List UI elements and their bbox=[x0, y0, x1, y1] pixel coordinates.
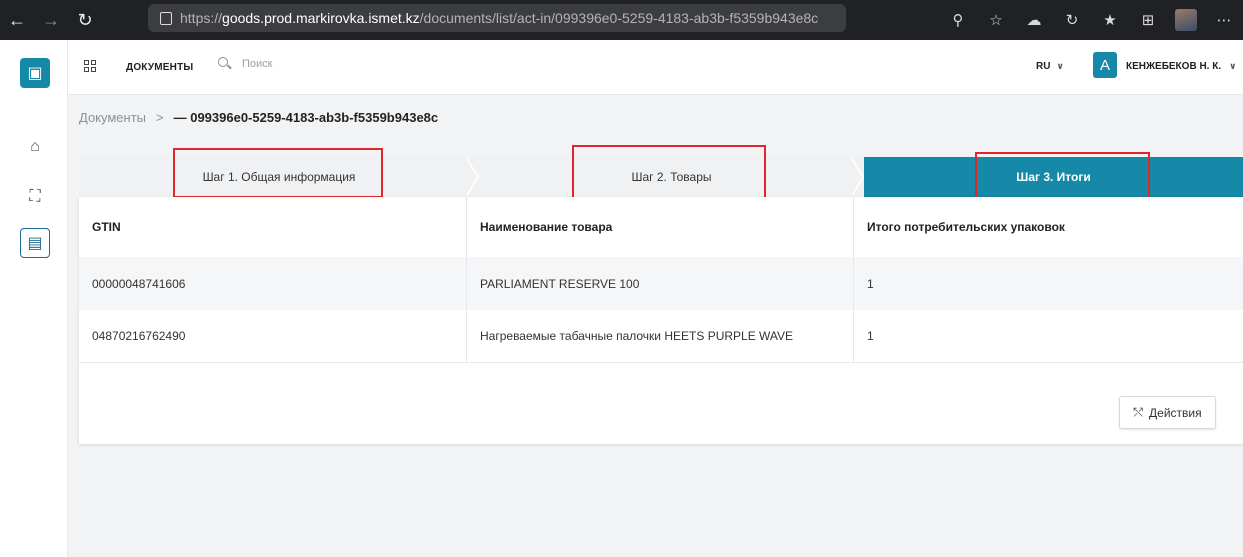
browser-toolbar: ← → ↻ https://goods.prod.markirovka.isme… bbox=[0, 0, 1243, 40]
zoom-icon[interactable]: ⚲ bbox=[939, 5, 977, 35]
table-row[interactable]: 04870216762490 Нагреваемые табачные пало… bbox=[79, 310, 1243, 363]
actions-button[interactable]: ⤲ Действия bbox=[1119, 396, 1216, 429]
refresh-icon[interactable]: ↻ bbox=[68, 5, 102, 35]
breadcrumb: Документы > — 099396e0-5259-4183-ab3b-f5… bbox=[79, 110, 438, 125]
breadcrumb-current: — 099396e0-5259-4183-ab3b-f5359b943e8c bbox=[173, 110, 439, 125]
user-menu[interactable]: КЕНЖЕБЕКОВ Н. К. ∨ bbox=[1126, 61, 1236, 72]
cell-total-packages: 1 bbox=[867, 276, 874, 291]
column-product-name: Наименование товара bbox=[467, 197, 854, 257]
step-separator bbox=[850, 157, 862, 197]
chevron-down-icon: ∨ bbox=[1229, 61, 1237, 71]
app-header: ДОКУМЕНТЫ RU∨ A КЕНЖЕБЕКОВ Н. К.∨ bbox=[68, 40, 1243, 95]
cell-gtin: 04870216762490 bbox=[79, 310, 467, 362]
cell-gtin: 00000048741606 bbox=[79, 257, 467, 310]
breadcrumb-separator: > bbox=[156, 110, 164, 125]
home-icon[interactable]: ⌂ bbox=[20, 132, 50, 162]
favorites-bar-icon[interactable]: ★ bbox=[1091, 5, 1129, 35]
browser-actions: ⚲ ☆ ☁ ↻ ★ ⊞ ⋯ bbox=[939, 0, 1243, 40]
left-sidebar: ▣ ⌂ ⛶ ▤ bbox=[0, 40, 68, 557]
highlight-step-3 bbox=[975, 152, 1150, 202]
breadcrumb-root-link[interactable]: Документы bbox=[79, 110, 146, 125]
back-arrow-icon[interactable]: ← bbox=[0, 5, 34, 35]
address-bar[interactable]: https://goods.prod.markirovka.ismet.kz/d… bbox=[148, 4, 846, 32]
highlight-step-1 bbox=[173, 148, 383, 198]
favorite-icon[interactable]: ☆ bbox=[977, 5, 1015, 35]
actions-arrow-icon: ⤲ bbox=[1133, 405, 1144, 419]
forward-arrow-icon[interactable]: → bbox=[34, 5, 68, 35]
scan-icon[interactable]: ⛶ bbox=[20, 182, 50, 212]
apps-grid-icon[interactable] bbox=[84, 60, 96, 72]
more-icon[interactable]: ⋯ bbox=[1205, 5, 1243, 35]
profile-icon[interactable] bbox=[1167, 5, 1205, 35]
document-icon[interactable]: ▤ bbox=[20, 228, 50, 258]
actions-button-label: Действия bbox=[1149, 405, 1202, 420]
table-row[interactable]: 00000048741606 PARLIAMENT RESERVE 100 1 bbox=[79, 257, 1243, 310]
cell-product-name: Нагреваемые табачные палочки HEETS PURPL… bbox=[467, 310, 854, 362]
cell-total-packages: 1 bbox=[867, 329, 874, 343]
step-separator bbox=[465, 157, 477, 197]
chevron-down-icon: ∨ bbox=[1056, 61, 1064, 71]
url-text: https://goods.prod.markirovka.ismet.kz/d… bbox=[180, 10, 819, 26]
column-total-packages: Итого потребительских упаковок bbox=[867, 220, 1065, 234]
table-header: GTIN Наименование товара Итого потребите… bbox=[79, 197, 1243, 257]
logo-icon[interactable]: ▣ bbox=[20, 58, 50, 88]
user-icon[interactable]: A bbox=[1093, 52, 1117, 78]
browser-essentials-icon[interactable]: ↻ bbox=[1053, 5, 1091, 35]
collections-icon[interactable]: ⊞ bbox=[1129, 5, 1167, 35]
language-select[interactable]: RU ∨ bbox=[1036, 61, 1064, 72]
extension-icon[interactable]: ☁ bbox=[1015, 5, 1053, 35]
search-icon[interactable] bbox=[218, 57, 232, 71]
lock-icon bbox=[160, 11, 172, 25]
search-box bbox=[218, 57, 442, 71]
cell-product-name: PARLIAMENT RESERVE 100 bbox=[467, 257, 854, 310]
column-gtin: GTIN bbox=[79, 197, 467, 257]
summary-table-card: GTIN Наименование товара Итого потребите… bbox=[79, 197, 1243, 444]
section-title[interactable]: ДОКУМЕНТЫ bbox=[126, 62, 193, 73]
search-input[interactable] bbox=[242, 58, 442, 70]
